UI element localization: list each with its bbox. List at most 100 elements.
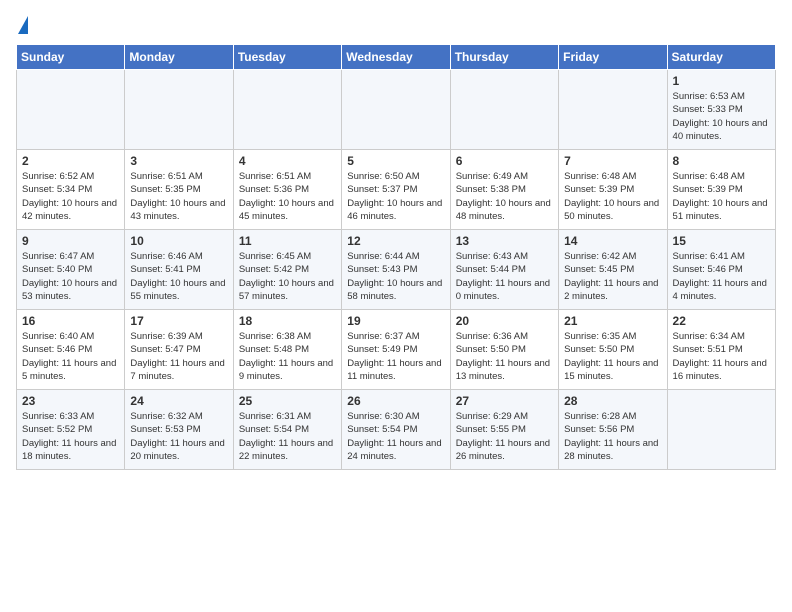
day-number: 9 — [22, 234, 119, 248]
calendar-cell: 28 Sunrise: 6:28 AM Sunset: 5:56 PM Dayli… — [559, 390, 667, 470]
day-number: 10 — [130, 234, 227, 248]
day-info: Sunrise: 6:35 AM Sunset: 5:50 PM Dayligh… — [564, 330, 661, 383]
weekday-header-monday: Monday — [125, 45, 233, 70]
day-info: Sunrise: 6:39 AM Sunset: 5:47 PM Dayligh… — [130, 330, 227, 383]
logo — [16, 16, 28, 32]
day-info: Sunrise: 6:28 AM Sunset: 5:56 PM Dayligh… — [564, 410, 661, 463]
calendar-cell: 6 Sunrise: 6:49 AM Sunset: 5:38 PM Daylig… — [450, 150, 558, 230]
calendar-cell: 16Sunrise: 6:40 AM Sunset: 5:46 PM Dayli… — [17, 310, 125, 390]
day-info: Sunrise: 6:48 AM Sunset: 5:39 PM Dayligh… — [564, 170, 661, 223]
day-info: Sunrise: 6:30 AM Sunset: 5:54 PM Dayligh… — [347, 410, 444, 463]
calendar-cell — [125, 70, 233, 150]
day-info: Sunrise: 6:49 AM Sunset: 5:38 PM Dayligh… — [456, 170, 553, 223]
day-info: Sunrise: 6:37 AM Sunset: 5:49 PM Dayligh… — [347, 330, 444, 383]
day-number: 14 — [564, 234, 661, 248]
day-number: 18 — [239, 314, 336, 328]
day-info: Sunrise: 6:29 AM Sunset: 5:55 PM Dayligh… — [456, 410, 553, 463]
weekday-header-wednesday: Wednesday — [342, 45, 450, 70]
week-row-4: 16Sunrise: 6:40 AM Sunset: 5:46 PM Dayli… — [17, 310, 776, 390]
day-number: 26 — [347, 394, 444, 408]
calendar-cell: 18 Sunrise: 6:38 AM Sunset: 5:48 PM Dayli… — [233, 310, 341, 390]
day-number: 7 — [564, 154, 661, 168]
week-row-2: 2 Sunrise: 6:52 AM Sunset: 5:34 PM Daylig… — [17, 150, 776, 230]
day-number: 27 — [456, 394, 553, 408]
day-info: Sunrise: 6:34 AM Sunset: 5:51 PM Dayligh… — [673, 330, 770, 383]
day-info: Sunrise: 6:31 AM Sunset: 5:54 PM Dayligh… — [239, 410, 336, 463]
day-number: 8 — [673, 154, 770, 168]
day-number: 3 — [130, 154, 227, 168]
calendar-cell: 5 Sunrise: 6:50 AM Sunset: 5:37 PM Daylig… — [342, 150, 450, 230]
weekday-header-tuesday: Tuesday — [233, 45, 341, 70]
calendar-cell: 10 Sunrise: 6:46 AM Sunset: 5:41 PM Dayli… — [125, 230, 233, 310]
day-info: Sunrise: 6:32 AM Sunset: 5:53 PM Dayligh… — [130, 410, 227, 463]
day-info: Sunrise: 6:46 AM Sunset: 5:41 PM Dayligh… — [130, 250, 227, 303]
day-info: Sunrise: 6:40 AM Sunset: 5:46 PM Dayligh… — [22, 330, 119, 383]
week-row-5: 23 Sunrise: 6:33 AM Sunset: 5:52 PM Dayli… — [17, 390, 776, 470]
day-number: 22 — [673, 314, 770, 328]
day-info: Sunrise: 6:51 AM Sunset: 5:35 PM Dayligh… — [130, 170, 227, 223]
day-number: 21 — [564, 314, 661, 328]
day-number: 28 — [564, 394, 661, 408]
day-info: Sunrise: 6:44 AM Sunset: 5:43 PM Dayligh… — [347, 250, 444, 303]
day-info: Sunrise: 6:50 AM Sunset: 5:37 PM Dayligh… — [347, 170, 444, 223]
weekday-header-sunday: Sunday — [17, 45, 125, 70]
calendar-cell — [667, 390, 775, 470]
calendar-cell: 23 Sunrise: 6:33 AM Sunset: 5:52 PM Dayli… — [17, 390, 125, 470]
day-number: 5 — [347, 154, 444, 168]
calendar-cell: 1 Sunrise: 6:53 AM Sunset: 5:33 PM Daylig… — [667, 70, 775, 150]
day-number: 11 — [239, 234, 336, 248]
day-number: 13 — [456, 234, 553, 248]
calendar-cell: 24 Sunrise: 6:32 AM Sunset: 5:53 PM Dayli… — [125, 390, 233, 470]
weekday-header-saturday: Saturday — [667, 45, 775, 70]
day-number: 23 — [22, 394, 119, 408]
day-info: Sunrise: 6:47 AM Sunset: 5:40 PM Dayligh… — [22, 250, 119, 303]
calendar-cell — [342, 70, 450, 150]
day-info: Sunrise: 6:52 AM Sunset: 5:34 PM Dayligh… — [22, 170, 119, 223]
day-number: 6 — [456, 154, 553, 168]
day-number: 4 — [239, 154, 336, 168]
calendar-cell: 2 Sunrise: 6:52 AM Sunset: 5:34 PM Daylig… — [17, 150, 125, 230]
calendar-cell: 15 Sunrise: 6:41 AM Sunset: 5:46 PM Dayli… — [667, 230, 775, 310]
weekday-header-thursday: Thursday — [450, 45, 558, 70]
day-info: Sunrise: 6:48 AM Sunset: 5:39 PM Dayligh… — [673, 170, 770, 223]
calendar-cell: 8 Sunrise: 6:48 AM Sunset: 5:39 PM Daylig… — [667, 150, 775, 230]
calendar-cell: 21 Sunrise: 6:35 AM Sunset: 5:50 PM Dayli… — [559, 310, 667, 390]
day-number: 2 — [22, 154, 119, 168]
calendar-cell: 7 Sunrise: 6:48 AM Sunset: 5:39 PM Daylig… — [559, 150, 667, 230]
calendar-cell: 11 Sunrise: 6:45 AM Sunset: 5:42 PM Dayli… — [233, 230, 341, 310]
day-info: Sunrise: 6:38 AM Sunset: 5:48 PM Dayligh… — [239, 330, 336, 383]
calendar-cell: 25Sunrise: 6:31 AM Sunset: 5:54 PM Dayli… — [233, 390, 341, 470]
week-row-3: 9 Sunrise: 6:47 AM Sunset: 5:40 PM Daylig… — [17, 230, 776, 310]
calendar-cell: 19 Sunrise: 6:37 AM Sunset: 5:49 PM Dayli… — [342, 310, 450, 390]
day-number: 19 — [347, 314, 444, 328]
calendar-cell: 27 Sunrise: 6:29 AM Sunset: 5:55 PM Dayli… — [450, 390, 558, 470]
calendar-cell: 14 Sunrise: 6:42 AM Sunset: 5:45 PM Dayli… — [559, 230, 667, 310]
calendar-cell: 12Sunrise: 6:44 AM Sunset: 5:43 PM Dayli… — [342, 230, 450, 310]
day-info: Sunrise: 6:53 AM Sunset: 5:33 PM Dayligh… — [673, 90, 770, 143]
day-number: 15 — [673, 234, 770, 248]
day-number: 20 — [456, 314, 553, 328]
day-info: Sunrise: 6:51 AM Sunset: 5:36 PM Dayligh… — [239, 170, 336, 223]
day-info: Sunrise: 6:42 AM Sunset: 5:45 PM Dayligh… — [564, 250, 661, 303]
calendar-cell — [559, 70, 667, 150]
day-number: 24 — [130, 394, 227, 408]
calendar-cell: 17 Sunrise: 6:39 AM Sunset: 5:47 PM Dayli… — [125, 310, 233, 390]
day-number: 1 — [673, 74, 770, 88]
calendar-cell: 22 Sunrise: 6:34 AM Sunset: 5:51 PM Dayli… — [667, 310, 775, 390]
day-info: Sunrise: 6:33 AM Sunset: 5:52 PM Dayligh… — [22, 410, 119, 463]
calendar-cell — [17, 70, 125, 150]
day-info: Sunrise: 6:43 AM Sunset: 5:44 PM Dayligh… — [456, 250, 553, 303]
day-info: Sunrise: 6:36 AM Sunset: 5:50 PM Dayligh… — [456, 330, 553, 383]
weekday-header-row: SundayMondayTuesdayWednesdayThursdayFrid… — [17, 45, 776, 70]
week-row-1: 1 Sunrise: 6:53 AM Sunset: 5:33 PM Daylig… — [17, 70, 776, 150]
calendar-cell: 4 Sunrise: 6:51 AM Sunset: 5:36 PM Daylig… — [233, 150, 341, 230]
day-info: Sunrise: 6:41 AM Sunset: 5:46 PM Dayligh… — [673, 250, 770, 303]
day-number: 17 — [130, 314, 227, 328]
page-header — [16, 16, 776, 32]
calendar-cell: 3 Sunrise: 6:51 AM Sunset: 5:35 PM Daylig… — [125, 150, 233, 230]
calendar-cell — [233, 70, 341, 150]
calendar-cell: 9 Sunrise: 6:47 AM Sunset: 5:40 PM Daylig… — [17, 230, 125, 310]
calendar-cell: 13 Sunrise: 6:43 AM Sunset: 5:44 PM Dayli… — [450, 230, 558, 310]
calendar-table: SundayMondayTuesdayWednesdayThursdayFrid… — [16, 44, 776, 470]
day-info: Sunrise: 6:45 AM Sunset: 5:42 PM Dayligh… — [239, 250, 336, 303]
